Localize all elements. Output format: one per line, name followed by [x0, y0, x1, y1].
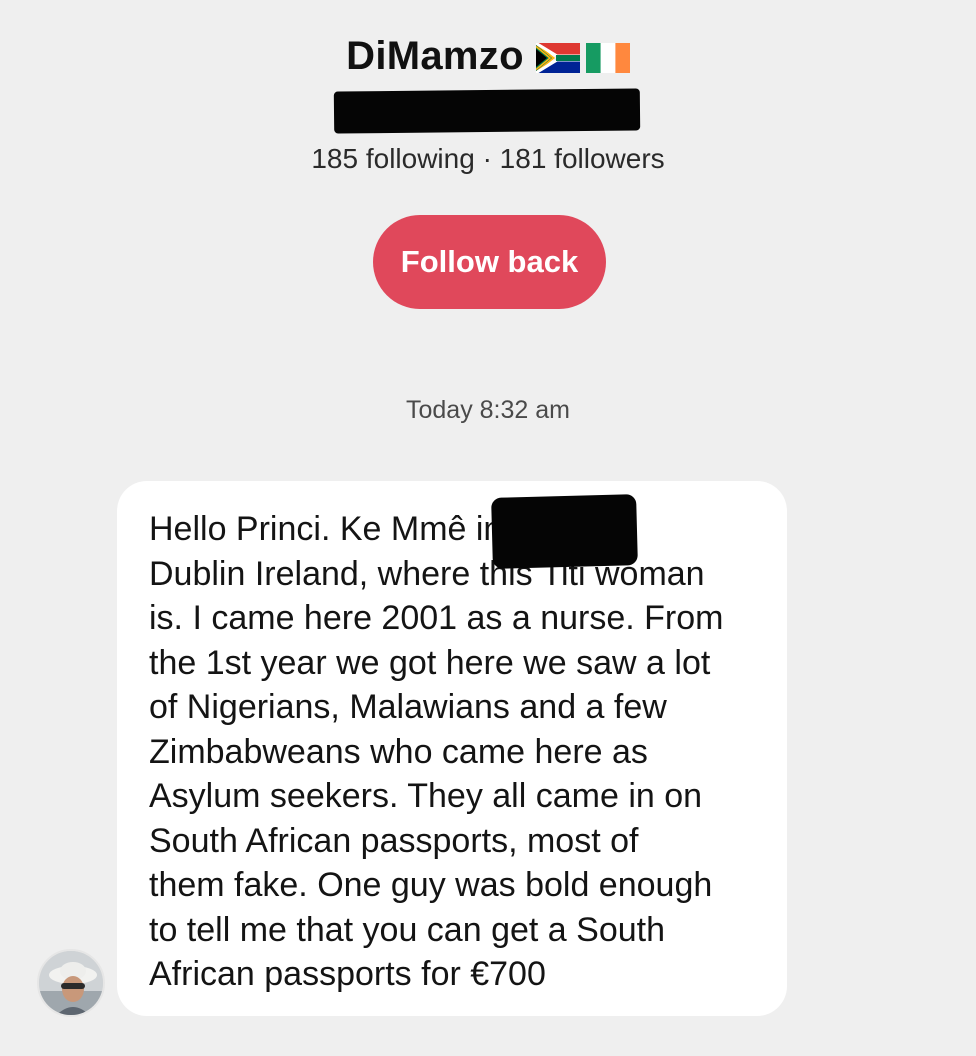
south-africa-flag-icon: [535, 43, 580, 73]
name-row: DiMamzo: [0, 34, 976, 78]
ireland-flag-icon: [585, 43, 630, 73]
avatar-image: [39, 951, 103, 1015]
follow-counts[interactable]: 185 following · 181 followers: [0, 142, 976, 176]
redacted-text: [491, 494, 638, 569]
chat-screen: DiMamzo 185 following · 181 followers Fo…: [0, 0, 976, 1056]
avatar[interactable]: [37, 949, 105, 1017]
message-bubble[interactable]: Hello Princi. Ke Mmê in Dublin Ireland, …: [117, 481, 787, 1016]
profile-header: DiMamzo 185 following · 181 followers Fo…: [0, 0, 976, 330]
flags: [535, 43, 630, 73]
message-timestamp: Today 8:32 am: [406, 396, 570, 424]
display-name[interactable]: DiMamzo: [346, 34, 524, 78]
follow-back-button[interactable]: Follow back: [373, 215, 606, 309]
message-text: Hello Princi. Ke Mmê in Dublin Ireland, …: [149, 510, 724, 993]
redacted-username: [333, 88, 641, 134]
